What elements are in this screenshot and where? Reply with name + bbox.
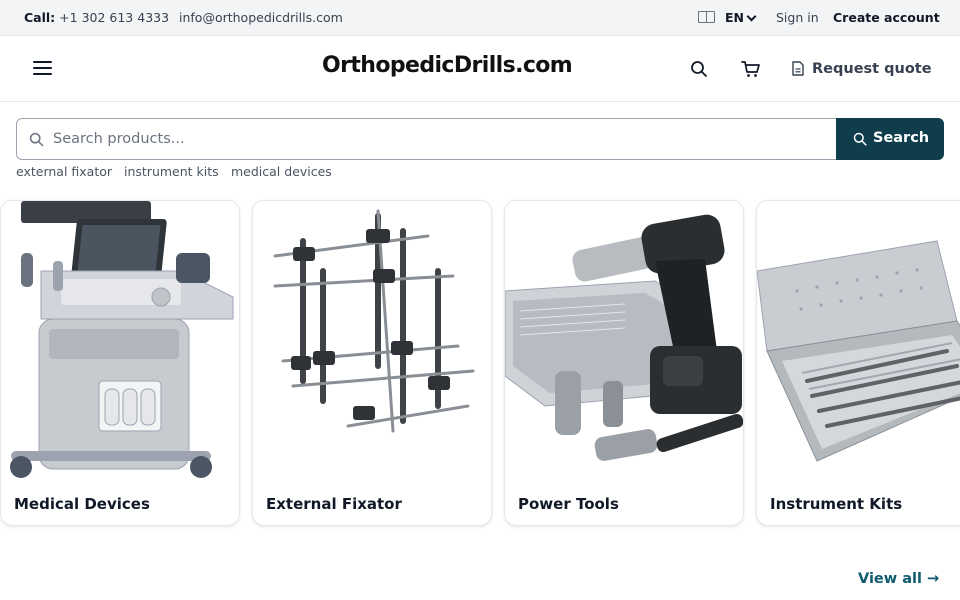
menu-icon[interactable] [33,60,53,76]
instrument-tray-image [757,201,960,481]
create-account-link[interactable]: Create account [833,10,940,25]
flag-icon[interactable] [698,11,715,23]
product-search: Search [16,118,944,160]
surgical-drill-image [505,201,743,481]
site-header: OrthopedicDrills.com Request quote [0,36,960,102]
sign-in-link[interactable]: Sign in [776,10,819,25]
external-fixator-image [253,201,491,481]
contact-phone[interactable]: Call: +1 302 613 4333 [24,10,169,25]
category-title: Power Tools [518,495,619,513]
category-title: Medical Devices [14,495,150,513]
category-title: Instrument Kits [770,495,903,513]
search-button[interactable]: Search [836,118,944,160]
document-icon [792,61,804,76]
category-card-power-tools[interactable]: Power Tools [504,200,744,526]
search-button-label: Search [873,130,930,146]
suggestion-link[interactable]: instrument kits [124,164,219,179]
suggestion-link[interactable]: medical devices [231,164,332,179]
request-quote-label: Request quote [812,61,932,77]
chevron-down-icon[interactable] [746,11,757,22]
site-logo[interactable]: OrthopedicDrills.com [322,53,573,78]
phone-number[interactable]: +1 302 613 4333 [59,10,169,25]
search-icon [29,132,44,147]
category-card-instrument-kits[interactable]: Instrument Kits [756,200,960,526]
ultrasound-machine-image [1,201,239,481]
suggestion-link[interactable]: external fixator [16,164,112,179]
contact-label: Call: [24,10,56,25]
category-card-external-fixator[interactable]: External Fixator [252,200,492,526]
cart-icon[interactable] [741,60,761,78]
category-title: External Fixator [266,495,402,513]
contact-email[interactable]: info@orthopedicdrills.com [179,10,343,25]
category-card-medical-devices[interactable]: Medical Devices [0,200,240,526]
search-icon[interactable] [690,60,708,78]
view-all-link[interactable]: View all → [858,571,939,587]
top-bar: Call: +1 302 613 4333 info@orthopedicdri… [0,0,960,36]
search-icon [853,132,867,146]
search-input[interactable] [53,127,813,151]
language-selector[interactable]: EN [725,10,744,25]
search-field[interactable] [16,118,837,160]
